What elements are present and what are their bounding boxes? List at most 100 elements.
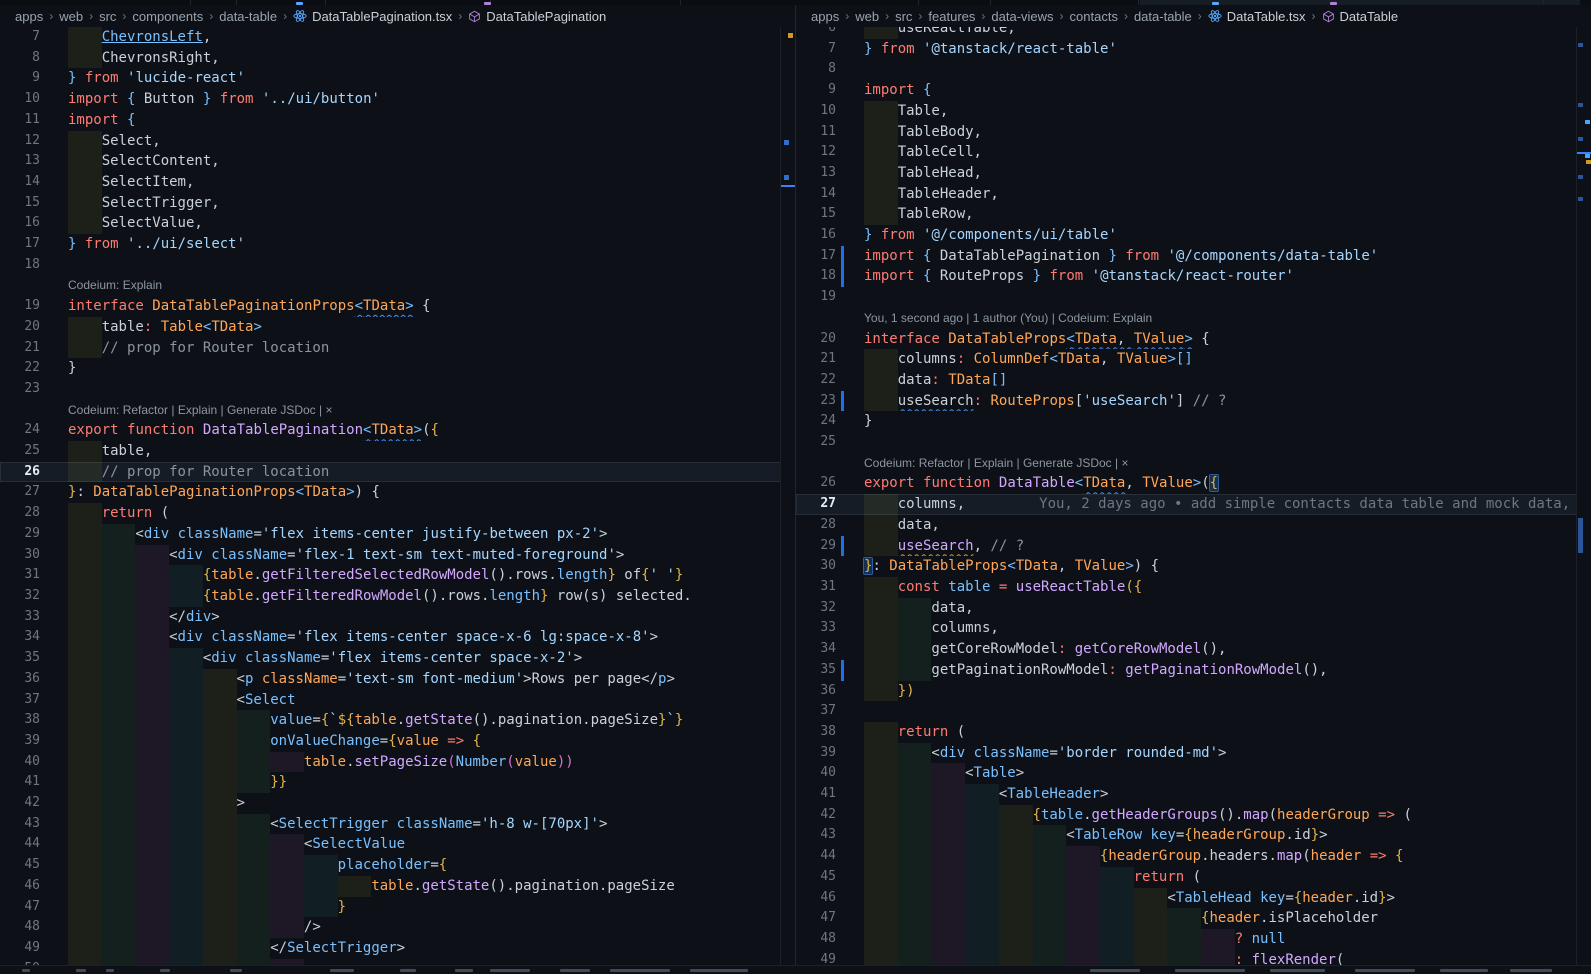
code-line[interactable]: 18	[0, 255, 795, 276]
line-number[interactable]: 47	[0, 897, 40, 918]
line-number[interactable]: 36	[0, 669, 40, 690]
code-line[interactable]: 39 <div className='border rounded-md'>	[796, 742, 1591, 764]
line-number[interactable]: 23	[796, 391, 836, 412]
code-line[interactable]: 12 Select,	[0, 130, 795, 152]
line-number[interactable]: 39	[796, 743, 836, 764]
code-line[interactable]: 46 <TableHead key={header.id}>	[796, 887, 1591, 909]
code-line[interactable]: 36 <p className='text-sm font-medium'>Row…	[0, 668, 795, 690]
line-number[interactable]: 40	[796, 763, 836, 784]
codelens-row[interactable]: Codeium: Refactor | Explain | Generate J…	[796, 453, 1591, 474]
breadcrumb-item[interactable]: features	[928, 9, 975, 24]
line-number[interactable]: 7	[796, 39, 836, 60]
line-number[interactable]: 49	[796, 950, 836, 966]
breadcrumb-item[interactable]: data-table	[219, 9, 277, 24]
code-line[interactable]: 9 import {	[796, 80, 1591, 101]
line-number[interactable]: 31	[0, 565, 40, 586]
code-line[interactable]: 19	[796, 287, 1591, 308]
line-number[interactable]: 7	[0, 27, 40, 48]
code-line[interactable]: 42 >	[0, 793, 795, 814]
codelens-actions[interactable]: You, 1 second ago | 1 author (You) | Cod…	[864, 311, 1152, 325]
line-number[interactable]: 15	[0, 193, 40, 214]
code-line[interactable]: 22 data: TData[]	[796, 369, 1591, 391]
line-number[interactable]: 12	[0, 131, 40, 152]
line-number[interactable]: 25	[0, 441, 40, 462]
line-number[interactable]: 46	[0, 876, 40, 897]
code-line[interactable]: 47 {header.isPlaceholder	[796, 908, 1591, 929]
code-line[interactable]: 38 return (	[796, 721, 1591, 743]
line-number[interactable]: 32	[0, 586, 40, 607]
code-line[interactable]: 16 SelectValue,	[0, 213, 795, 235]
breadcrumb-symbol[interactable]: DataTable	[1340, 9, 1399, 24]
breadcrumb-item[interactable]: data-table	[1134, 9, 1192, 24]
line-number[interactable]: 9	[796, 80, 836, 101]
code-line[interactable]: 33 </div>	[0, 606, 795, 628]
line-number[interactable]: 28	[0, 503, 40, 524]
code-line[interactable]: 33 columns,	[796, 618, 1591, 640]
line-number[interactable]: 40	[0, 752, 40, 773]
code-line[interactable]: 41}}	[0, 772, 795, 794]
codelens-actions[interactable]: Codeium: Explain	[68, 278, 162, 292]
line-number[interactable]: 33	[0, 607, 40, 628]
codelens-row[interactable]: Codeium: Explain	[0, 275, 795, 296]
code-line[interactable]: 15 SelectTrigger,	[0, 192, 795, 214]
code-line[interactable]: 16} from '@/components/ui/table'	[796, 225, 1591, 246]
code-line[interactable]: 35 getPaginationRowModel: getPaginationRo…	[796, 659, 1591, 681]
code-line[interactable]: 13 SelectContent,	[0, 151, 795, 172]
code-line[interactable]: 6 useReactTable,	[796, 27, 1591, 39]
code-line[interactable]: 17 import { DataTablePagination } from '@…	[796, 245, 1591, 267]
line-number[interactable]: 34	[0, 627, 40, 648]
code-line[interactable]: 8	[796, 59, 1591, 80]
line-number[interactable]: 33	[796, 618, 836, 639]
editor-left[interactable]: 7 ChevronsLeft, 8 ChevronsRight, 9} from 'lu…	[0, 27, 795, 966]
breadcrumb-symbol[interactable]: DataTablePagination	[486, 9, 606, 24]
status-bar[interactable]	[0, 965, 1591, 974]
line-number[interactable]: 19	[0, 296, 40, 317]
code-line[interactable]: 40 table.setPageSize(Number(value))	[0, 751, 795, 773]
code-line[interactable]: 42 {table.getHeaderGroups().map(headerGro…	[796, 804, 1591, 826]
code-line[interactable]: 26 export function DataTable<TData, TValu…	[796, 473, 1591, 494]
code-line[interactable]: 11 import {	[0, 110, 795, 131]
code-line[interactable]: 32 data,	[796, 597, 1591, 619]
code-line[interactable]: 31 const table = useReactTable({	[796, 576, 1591, 598]
code-line[interactable]: 43 <TableRow key={headerGroup.id}>	[796, 825, 1591, 847]
code-line[interactable]: 26 // prop for Router location	[0, 461, 795, 483]
line-number[interactable]: 14	[796, 184, 836, 205]
code-line[interactable]: 17} from '../ui/select'	[0, 234, 795, 255]
code-line[interactable]: 43 <SelectTrigger className='h-8 w-[70px]…	[0, 813, 795, 835]
codelens-row[interactable]: Codeium: Refactor | Explain | Generate J…	[0, 400, 795, 421]
code-line[interactable]: 37	[796, 701, 1591, 722]
code-line[interactable]: 23 useSearch: RouteProps['useSearch'] // …	[796, 390, 1591, 412]
code-line[interactable]: 25	[796, 432, 1591, 453]
codelens-actions[interactable]: Codeium: Refactor | Explain | Generate J…	[864, 456, 1128, 470]
code-line[interactable]: 14 SelectItem,	[0, 171, 795, 193]
line-number[interactable]: 20	[0, 317, 40, 338]
line-number[interactable]: 17	[0, 234, 40, 255]
line-number[interactable]: 16	[0, 213, 40, 234]
code-line[interactable]: 35 <div className='flex items-center spac…	[0, 648, 795, 669]
line-number[interactable]: 28	[796, 515, 836, 536]
code-line[interactable]: 24 export function DataTablePagination<TD…	[0, 420, 795, 441]
line-number[interactable]: 8	[0, 48, 40, 69]
code-line[interactable]: 21 columns: ColumnDef<TData, TValue>[]	[796, 349, 1591, 370]
code-line[interactable]: 7} from '@tanstack/react-table'	[796, 39, 1591, 60]
git-change-bar[interactable]	[836, 266, 848, 287]
line-number[interactable]: 45	[796, 867, 836, 888]
line-number[interactable]: 46	[796, 888, 836, 909]
code-line[interactable]: 15 TableRow,	[796, 204, 1591, 226]
line-number[interactable]: 21	[0, 338, 40, 359]
line-number[interactable]: 11	[0, 110, 40, 131]
line-number[interactable]: 10	[796, 101, 836, 122]
line-number[interactable]: 37	[796, 701, 836, 722]
code-line[interactable]: 45 return (	[796, 866, 1591, 888]
code-line[interactable]: 20 interface DataTableProps<TData, TValue…	[796, 329, 1591, 350]
code-line[interactable]: 10 import { Button } from '../ui/button'	[0, 89, 795, 110]
line-number[interactable]: 27	[796, 494, 836, 515]
line-number[interactable]: 11	[796, 122, 836, 143]
line-number[interactable]: 22	[0, 358, 40, 379]
breadcrumb[interactable]: apps › web › src › components › data-table › DataT…	[0, 5, 795, 27]
breadcrumb[interactable]: apps › web › src › features › data-views › contact…	[796, 5, 1591, 27]
line-number[interactable]: 49	[0, 938, 40, 959]
line-number[interactable]: 10	[0, 89, 40, 110]
breadcrumb-file[interactable]: DataTable.tsx	[1227, 9, 1306, 24]
line-number[interactable]: 18	[0, 255, 40, 276]
